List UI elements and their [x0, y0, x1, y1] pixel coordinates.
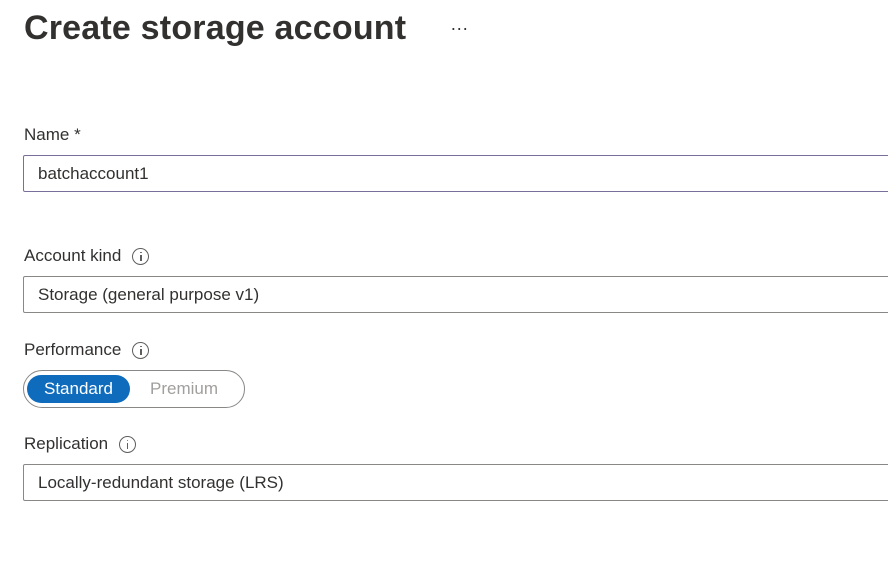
page-title: Create storage account [24, 8, 407, 47]
title-row: Create storage account ··· [24, 8, 472, 48]
performance-label-text: Performance [24, 340, 122, 359]
performance-option-standard[interactable]: Standard [27, 375, 130, 403]
performance-toggle: Standard Premium [23, 370, 245, 408]
info-icon[interactable] [132, 247, 150, 265]
replication-label: Replication [24, 434, 137, 454]
account-kind-label: Account kind [24, 246, 150, 266]
replication-label-text: Replication [24, 434, 109, 453]
account-kind-dropdown[interactable]: Storage (general purpose v1) [23, 276, 888, 313]
info-icon[interactable] [119, 435, 137, 453]
replication-dropdown[interactable]: Locally-redundant storage (LRS) [23, 464, 888, 501]
performance-label: Performance [24, 340, 150, 360]
more-options-icon[interactable]: ··· [446, 17, 472, 39]
name-label: Name * [24, 125, 81, 145]
name-label-text: Name * [24, 125, 81, 144]
performance-option-premium[interactable]: Premium [130, 375, 238, 403]
info-icon[interactable] [132, 341, 150, 359]
account-kind-label-text: Account kind [24, 246, 122, 265]
name-input[interactable]: batchaccount1 [23, 155, 888, 192]
